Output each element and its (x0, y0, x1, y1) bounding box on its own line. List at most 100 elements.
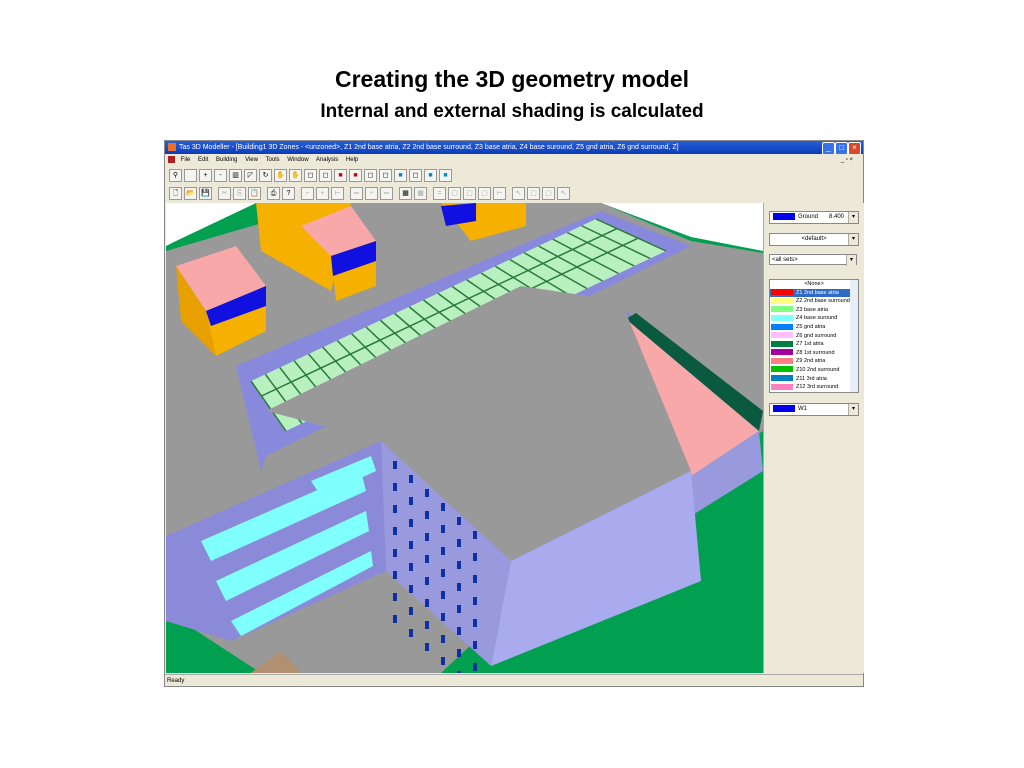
print-icon[interactable]: ⎙ (267, 187, 280, 200)
window-pane (457, 627, 461, 635)
zone-item[interactable]: Z6 gnd surround (770, 332, 858, 341)
window-pane (393, 527, 397, 535)
scrollbar[interactable] (850, 280, 858, 392)
select-icon[interactable]: ◸ (244, 169, 257, 182)
zone-color-swatch (771, 289, 793, 296)
new-icon[interactable]: 🗋 (169, 187, 182, 200)
chevron-down-icon[interactable]: ▾ (846, 255, 856, 266)
tool-icon[interactable]: ▢ (448, 187, 461, 200)
zone-item[interactable]: Z11 3rd atria (770, 375, 858, 384)
ground-dropdown[interactable]: Ground 8.400 ▾ (769, 211, 859, 224)
paste-icon[interactable]: 📋 (248, 187, 261, 200)
zone-item[interactable]: Z8 1st surround (770, 349, 858, 358)
slide-title: Creating the 3D geometry model (334, 66, 690, 92)
chevron-down-icon[interactable]: ▾ (848, 234, 858, 245)
zone-label: Z10 2nd surround (796, 366, 840, 373)
save-icon[interactable]: 💾 (199, 187, 212, 200)
zone-item[interactable]: Z12 3rd surround (770, 383, 858, 392)
zone-label: Z5 gnd atria (796, 323, 826, 330)
view-set-dropdown[interactable]: <default> ▾ (769, 233, 859, 246)
mdi-controls[interactable]: _ ▫ × (841, 154, 853, 166)
window-pane (425, 533, 429, 541)
zone-item[interactable]: Z5 gnd atria (770, 323, 858, 332)
draw-icon[interactable]: ⊢ (331, 187, 344, 200)
zone-item[interactable]: Z3 base atria (770, 306, 858, 315)
window-pane (409, 629, 413, 637)
tool-icon[interactable]: ↖ (512, 187, 525, 200)
cube-icon[interactable]: ◻ (319, 169, 332, 182)
draw-icon[interactable]: + (316, 187, 329, 200)
walk-icon[interactable]: ✋ (289, 169, 302, 182)
zone-item[interactable]: Z4 base suround (770, 314, 858, 323)
window-pane (409, 541, 413, 549)
menu-edit[interactable]: Edit (198, 157, 208, 163)
cube-icon[interactable]: ◻ (364, 169, 377, 182)
window-pane (409, 519, 413, 527)
window-pane (473, 619, 477, 627)
align-icon[interactable]: ÷ (365, 187, 378, 200)
grid-icon[interactable]: ▦ (399, 187, 412, 200)
sets-dropdown[interactable]: <all sets> ▾ (769, 254, 857, 266)
pan-icon[interactable]: ✋ (274, 169, 287, 182)
tool-icon[interactable]: ▢ (542, 187, 555, 200)
grid-icon[interactable]: ▦ (414, 187, 427, 200)
chevron-down-icon[interactable]: ▾ (848, 212, 858, 223)
fit-icon[interactable]: ▥ (229, 169, 242, 182)
align-icon[interactable]: ═ (380, 187, 393, 200)
window-pane (441, 613, 445, 621)
zone-item[interactable]: Z1 2nd base atria (770, 288, 858, 298)
copy-icon[interactable]: ⎘ (233, 187, 246, 200)
tool-icon[interactable]: ▢ (527, 187, 540, 200)
zone-list[interactable]: <None> Z1 2nd base atria Z2 2nd base surro… (769, 279, 859, 393)
cube-blue-icon[interactable]: ■ (394, 169, 407, 182)
chevron-down-icon[interactable]: ▾ (848, 404, 858, 415)
zone-item[interactable]: Z10 2nd surround (770, 366, 858, 375)
window-title: Tas 3D Modeller - [Building1 3D Zones - … (179, 144, 679, 151)
window-pane (473, 597, 477, 605)
menu-help[interactable]: Help (346, 157, 358, 163)
tool-icon[interactable]: ⊢ (493, 187, 506, 200)
minimize-button[interactable]: _ (822, 142, 835, 154)
properties-panel: Ground 8.400 ▾ <default> ▾ <all sets> ▾ … (763, 203, 864, 673)
tool-icon[interactable]: ▢ (463, 187, 476, 200)
cube-red-icon[interactable]: ■ (334, 169, 347, 182)
menu-view[interactable]: View (245, 157, 258, 163)
zoom-out-icon[interactable]: - (214, 169, 227, 182)
menu-tools[interactable]: Tools (266, 157, 280, 163)
window-pane (393, 549, 397, 557)
zoom-box-icon[interactable] (184, 169, 197, 182)
sets-value: <all sets> (772, 257, 798, 263)
menu-window[interactable]: Window (287, 157, 308, 163)
zoom-in-icon[interactable]: + (199, 169, 212, 182)
window-pane (473, 575, 477, 583)
cube-blue-icon[interactable]: ■ (439, 169, 452, 182)
zone-item[interactable]: Z2 2nd base surround (770, 297, 858, 306)
3d-viewport[interactable] (166, 203, 763, 673)
open-icon[interactable]: 📂 (184, 187, 197, 200)
menu-building[interactable]: Building (216, 157, 237, 163)
close-button[interactable]: × (848, 142, 861, 154)
zone-item[interactable]: Z9 2nd atria (770, 357, 858, 366)
zone-item[interactable]: <None> (770, 280, 858, 289)
cut-icon[interactable]: ✂ (218, 187, 231, 200)
menu-analysis[interactable]: Analysis (316, 157, 338, 163)
cube-blue-icon[interactable]: ■ (424, 169, 437, 182)
zone-item[interactable]: Z7 1st atria (770, 340, 858, 349)
window-pane (409, 563, 413, 571)
window-pane (425, 577, 429, 585)
help-icon[interactable]: ? (282, 187, 295, 200)
cube-red-icon[interactable]: ■ (349, 169, 362, 182)
draw-icon[interactable]: ⌐ (301, 187, 314, 200)
cube-icon[interactable]: ◻ (409, 169, 422, 182)
tool-icon[interactable]: ↖ (557, 187, 570, 200)
align-icon[interactable]: ═ (350, 187, 363, 200)
menu-file[interactable]: File (181, 157, 191, 163)
tool-icon[interactable]: ▢ (478, 187, 491, 200)
zoom-icon[interactable]: ⚲ (169, 169, 182, 182)
rotate-icon[interactable]: ↻ (259, 169, 272, 182)
cube-icon[interactable]: ◻ (379, 169, 392, 182)
tool-icon[interactable]: = (433, 187, 446, 200)
maximize-button[interactable]: □ (835, 142, 848, 154)
cube-icon[interactable]: ◻ (304, 169, 317, 182)
window-type-dropdown[interactable]: W1 ▾ (769, 403, 859, 416)
